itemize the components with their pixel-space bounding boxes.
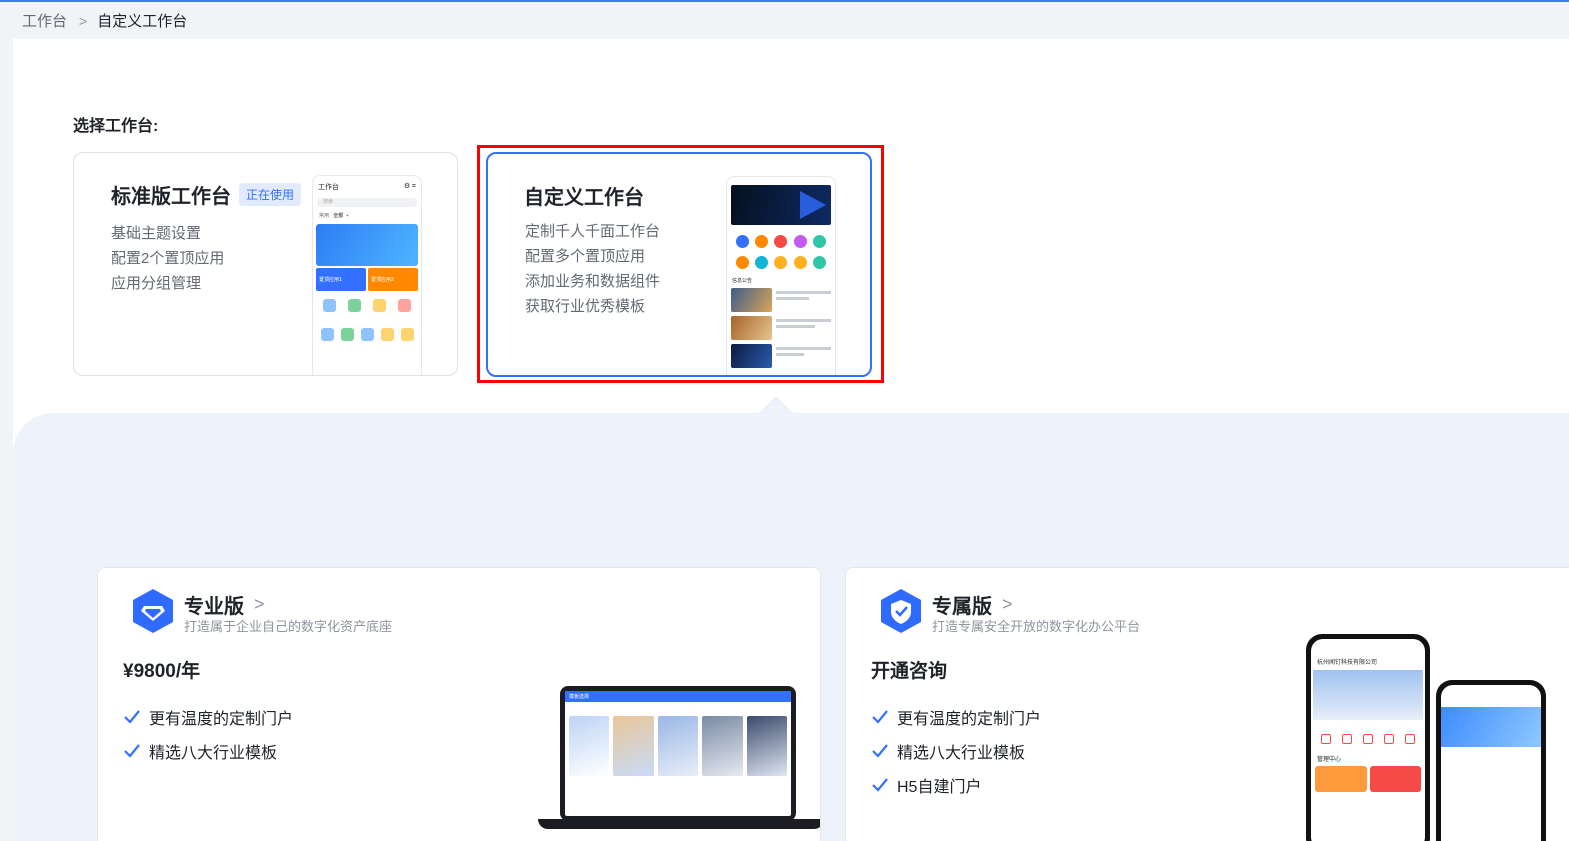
breadcrumb-root[interactable]: 工作台 [22, 10, 67, 31]
pointer-notch [758, 396, 794, 414]
plan-name[interactable]: 专业版 > [184, 590, 265, 619]
status-badge: 正在使用 [239, 183, 302, 206]
check-icon [872, 744, 888, 758]
section-label: 选择工作台: [73, 118, 159, 135]
phone-preview-back [1436, 680, 1546, 841]
plan-feature-list: 更有温度的定制门户 精选八大行业模板 H5自建门户 [871, 700, 1041, 802]
selection-highlight [477, 145, 884, 383]
preview-app-icons [313, 293, 421, 314]
plan-feature-item: 更有温度的定制门户 [871, 700, 1041, 734]
exclusive-plan-card[interactable]: 专属版 > 打造专属安全开放的数字化办公平台 开通咨询 更有温度的定制门户 精选八… [845, 567, 1569, 841]
check-icon [872, 778, 888, 792]
plan-name[interactable]: 专属版 > [932, 590, 1013, 619]
plan-feature-item: 精选八大行业模板 [871, 734, 1041, 768]
plan-price: ¥9800/年 [123, 661, 201, 682]
scan-icon: ⚙ ⌗ [403, 183, 416, 190]
card-title: 标准版工作台 正在使用 [111, 180, 302, 209]
diamond-shield-icon [133, 589, 173, 633]
standard-preview-image: 工作台 ⚙ ⌗ 搜索 常用 全部 + 置顶应用1 置顶应用2 [312, 175, 422, 375]
chevron-right-icon: > [254, 594, 265, 614]
preview-app-icons [313, 314, 421, 343]
feature-item: 基础主题设置 [111, 225, 202, 242]
phone-section: 管理中心 [1317, 757, 1342, 763]
phone-company: 杭州闻钉科技有限公司 [1317, 660, 1378, 666]
check-icon [124, 710, 140, 724]
standard-title: 标准版工作台 [111, 186, 231, 208]
pro-plan-card[interactable]: 专业版 > 打造属于企业自己的数字化资产底座 ¥9800/年 更有温度的定制门户 … [97, 567, 821, 841]
top-accent-line [0, 0, 1569, 2]
plan-consult[interactable]: 开通咨询 [871, 656, 947, 683]
chevron-right-icon: > [1002, 594, 1013, 614]
plan-feature-list: 更有温度的定制门户 精选八大行业模板 [123, 700, 293, 768]
preview-tile: 置顶应用1 [316, 268, 366, 291]
preview-tile: 置顶应用2 [368, 268, 418, 291]
phone-preview-front: 杭州闻钉科技有限公司 管理中心 [1306, 634, 1430, 841]
laptop-preview-image: 模板选择 [538, 686, 820, 836]
preview-title: 模板选择 [565, 691, 791, 702]
chevron-right-icon: > [79, 12, 88, 29]
preview-search: 搜索 [317, 198, 417, 207]
plan-desc: 打造专属安全开放的数字化办公平台 [932, 619, 1141, 634]
check-icon [124, 744, 140, 758]
plan-feature-item: H5自建门户 [871, 768, 1041, 802]
standard-workbench-card[interactable]: 标准版工作台 正在使用 基础主题设置 配置2个置顶应用 应用分组管理 工作台 ⚙ … [73, 152, 458, 376]
plan-feature-item: 精选八大行业模板 [123, 734, 293, 768]
shield-check-icon [881, 589, 921, 633]
feature-list: 基础主题设置 配置2个置顶应用 应用分组管理 [111, 221, 224, 296]
breadcrumb-current: 自定义工作台 [97, 13, 188, 30]
plan-feature-item: 更有温度的定制门户 [123, 700, 293, 734]
breadcrumb: 工作台 > 自定义工作台 [22, 10, 187, 31]
main-panel: 选择工作台: 标准版工作台 正在使用 基础主题设置 配置2个置顶应用 应用分组管… [13, 39, 1569, 841]
feature-item: 应用分组管理 [111, 275, 202, 292]
preview-tabs: 常用 全部 + [319, 213, 349, 219]
feature-item: 配置2个置顶应用 [111, 250, 225, 267]
check-icon [872, 710, 888, 724]
plan-desc: 打造属于企业自己的数字化资产底座 [184, 619, 393, 634]
preview-header: 工作台 [318, 184, 339, 191]
preview-banner [316, 224, 418, 266]
